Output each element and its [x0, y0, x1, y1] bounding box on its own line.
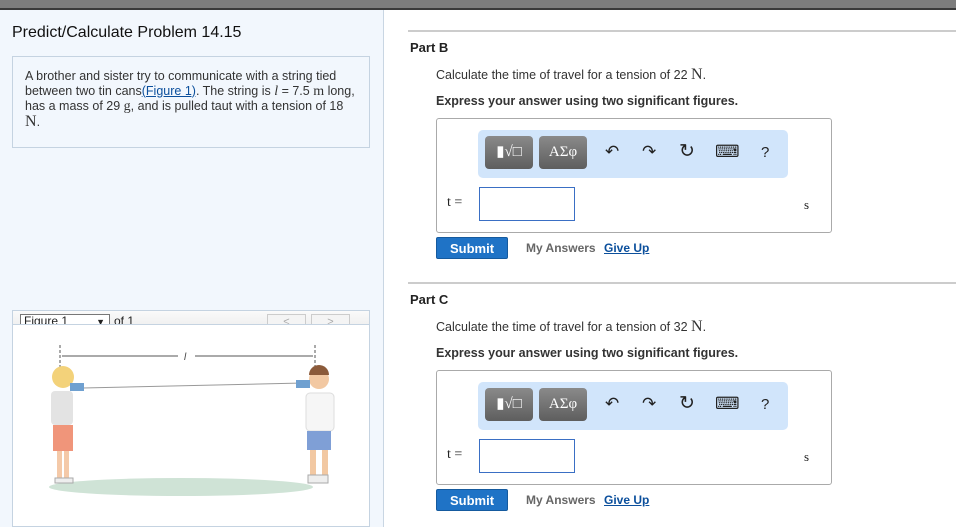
symbols-button[interactable]: ΑΣφ: [539, 388, 587, 421]
girl-figure: [51, 366, 84, 484]
instruction-text: Express your answer using two significan…: [436, 94, 739, 108]
math-toolbar: ▮√□ ΑΣφ ↶ ↷ ↻ ⌨ ?: [478, 382, 788, 430]
instruction-text: Express your answer using two significan…: [436, 346, 739, 360]
my-answers-link[interactable]: My Answers: [526, 493, 596, 507]
answer-box: ▮√□ ΑΣφ ↶ ↷ ↻ ⌨ ? t = s: [436, 118, 832, 233]
templates-button[interactable]: ▮√□: [485, 388, 533, 421]
figure-link[interactable]: (Figure 1): [142, 84, 196, 98]
help-icon[interactable]: ?: [761, 144, 769, 161]
my-answers-link[interactable]: My Answers: [526, 241, 596, 255]
question-text: Calculate the time of travel for a tensi…: [436, 318, 707, 335]
part-label: Part C: [410, 292, 449, 307]
unit-label: s: [804, 197, 810, 212]
submit-button[interactable]: Submit: [436, 237, 508, 259]
part-c: Part C Calculate the time of travel for …: [408, 282, 956, 527]
give-up-link[interactable]: Give Up: [604, 241, 649, 255]
question-text: Calculate the time of travel for a tensi…: [436, 66, 707, 83]
answer-input[interactable]: [479, 187, 575, 221]
templates-button[interactable]: ▮√□: [485, 136, 533, 169]
part-label: Part B: [410, 40, 449, 55]
figure-image: l: [12, 324, 370, 527]
boy-figure: [296, 365, 335, 484]
reset-icon[interactable]: ↻: [679, 140, 695, 163]
problem-statement: A brother and sister try to communicate …: [12, 56, 370, 148]
undo-icon[interactable]: ↶: [605, 394, 619, 414]
redo-icon[interactable]: ↷: [642, 394, 656, 414]
reset-icon[interactable]: ↻: [679, 392, 695, 415]
keyboard-icon[interactable]: ⌨: [715, 394, 740, 414]
problem-panel: Predict/Calculate Problem 14.15 A brothe…: [0, 10, 384, 527]
keyboard-icon[interactable]: ⌨: [715, 142, 740, 162]
symbols-button[interactable]: ΑΣφ: [539, 136, 587, 169]
submit-button[interactable]: Submit: [436, 489, 508, 511]
unit-label: s: [804, 449, 810, 464]
top-bar: [0, 0, 956, 10]
variable-label: t =: [447, 447, 463, 462]
answer-input[interactable]: [479, 439, 575, 473]
part-b: Part B Calculate the time of travel for …: [408, 30, 956, 280]
answer-box: ▮√□ ΑΣφ ↶ ↷ ↻ ⌨ ? t = s: [436, 370, 832, 485]
variable-label: t =: [447, 195, 463, 210]
problem-title: Predict/Calculate Problem 14.15: [12, 24, 242, 41]
redo-icon[interactable]: ↷: [642, 142, 656, 162]
length-label: l: [184, 352, 187, 363]
give-up-link[interactable]: Give Up: [604, 493, 649, 507]
help-icon[interactable]: ?: [761, 396, 769, 413]
math-toolbar: ▮√□ ΑΣφ ↶ ↷ ↻ ⌨ ?: [478, 130, 788, 178]
undo-icon[interactable]: ↶: [605, 142, 619, 162]
